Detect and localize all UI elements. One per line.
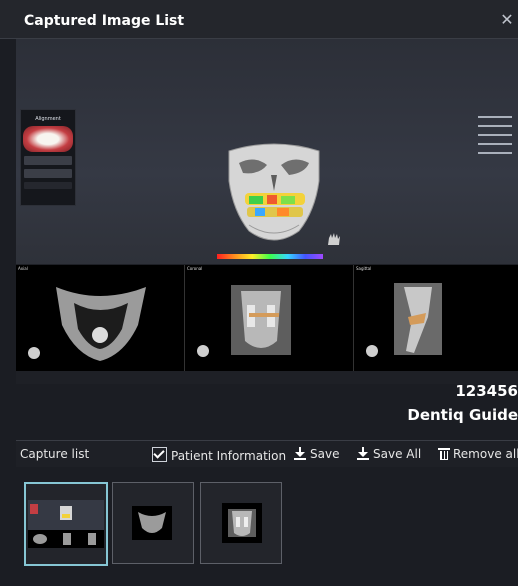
window-title: Captured Image List — [24, 13, 185, 29]
save-all-button[interactable]: Save All — [357, 447, 421, 461]
capture-thumbnail[interactable] — [24, 482, 108, 566]
capture-toolbar: Capture list Patient Information Save Sa… — [16, 440, 518, 468]
ct-view-sagittal: Sagittal — [354, 265, 518, 371]
hand-icon — [328, 233, 340, 245]
teeth-photo — [23, 126, 73, 152]
capture-thumbnail-list — [16, 467, 518, 579]
ct-view-coronal: Coronal — [185, 265, 354, 371]
save-all-label: Save All — [373, 447, 422, 461]
capture-list-label: Capture list — [20, 447, 90, 461]
title-bar: Captured Image List ✕ — [0, 0, 518, 39]
sagittal-slice-image — [366, 283, 442, 357]
patient-info-toggle[interactable]: Patient Information — [152, 447, 286, 463]
thumbnail-image — [132, 506, 172, 540]
alignment-option-2 — [24, 169, 72, 178]
thumbnail-image — [222, 503, 262, 543]
ct-view-label: Sagittal — [356, 266, 372, 271]
remove-all-label: Remove all — [453, 447, 518, 461]
save-button[interactable]: Save — [294, 447, 339, 461]
checkbox-checked-icon[interactable] — [152, 447, 167, 462]
ct-view-axial: Axial — [16, 265, 185, 371]
capture-preview: Alignment Axial Coronal Sagittal — [16, 39, 518, 384]
save-label: Save — [310, 447, 340, 461]
ct-view-label: Axial — [18, 266, 28, 271]
alignment-option-1 — [24, 156, 72, 165]
capture-thumbnail[interactable] — [200, 482, 282, 564]
alignment-panel: Alignment — [20, 109, 76, 206]
view-tools-panel — [470, 109, 516, 169]
distance-colorbar — [217, 254, 323, 259]
trash-icon — [438, 447, 450, 460]
skull-render — [228, 143, 320, 241]
patient-id: 123456 — [455, 382, 518, 400]
ct-slice-strip: Axial Coronal Sagittal — [16, 265, 518, 371]
alignment-option-3 — [24, 182, 72, 189]
axial-slice-image — [28, 287, 146, 361]
product-name: Dentiq Guide — [407, 406, 518, 424]
thumbnail-image — [28, 500, 104, 548]
alignment-panel-title: Alignment — [35, 116, 61, 122]
download-icon — [294, 447, 306, 460]
3d-render-view: Alignment — [16, 39, 518, 264]
patient-info-label: Patient Information — [171, 449, 287, 463]
remove-all-button[interactable]: Remove all — [438, 447, 518, 461]
download-icon — [357, 447, 369, 460]
close-icon[interactable]: ✕ — [498, 10, 516, 29]
capture-thumbnail[interactable] — [112, 482, 194, 564]
coronal-slice-image — [197, 285, 291, 357]
ct-view-label: Coronal — [187, 266, 203, 271]
